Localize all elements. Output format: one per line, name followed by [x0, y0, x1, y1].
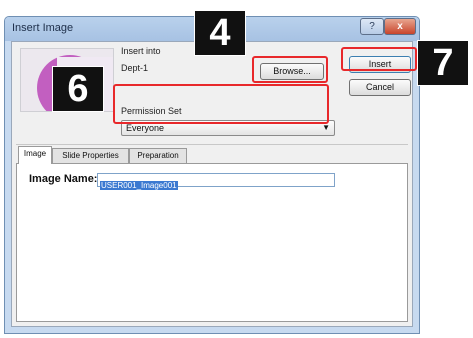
close-button[interactable]: x: [384, 18, 416, 35]
tab-preparation[interactable]: Preparation: [129, 148, 187, 163]
insert-highlight: [341, 47, 417, 71]
permission-set-value: Everyone: [126, 123, 165, 133]
insert-into-label: Insert into: [121, 46, 161, 56]
image-name-input[interactable]: USER001_Image001: [97, 173, 335, 190]
browse-highlight: [252, 56, 328, 83]
cancel-button[interactable]: Cancel: [349, 79, 411, 96]
callout-4: 4: [194, 10, 246, 56]
image-name-label: Image Name:: [29, 173, 98, 185]
separator: [16, 144, 408, 145]
tab-slide-properties[interactable]: Slide Properties: [52, 148, 129, 163]
insert-into-value: Dept-1: [121, 63, 149, 73]
callout-7: 7: [417, 40, 469, 86]
callout-6: 6: [52, 66, 104, 112]
help-button[interactable]: ?: [360, 18, 384, 35]
window-title: Insert Image: [12, 22, 74, 34]
image-tab-panel: Image Name: USER001_Image001: [16, 163, 408, 322]
permission-highlight: [113, 84, 329, 124]
image-name-value: USER001_Image001: [100, 181, 178, 190]
tab-image[interactable]: Image: [18, 146, 52, 164]
